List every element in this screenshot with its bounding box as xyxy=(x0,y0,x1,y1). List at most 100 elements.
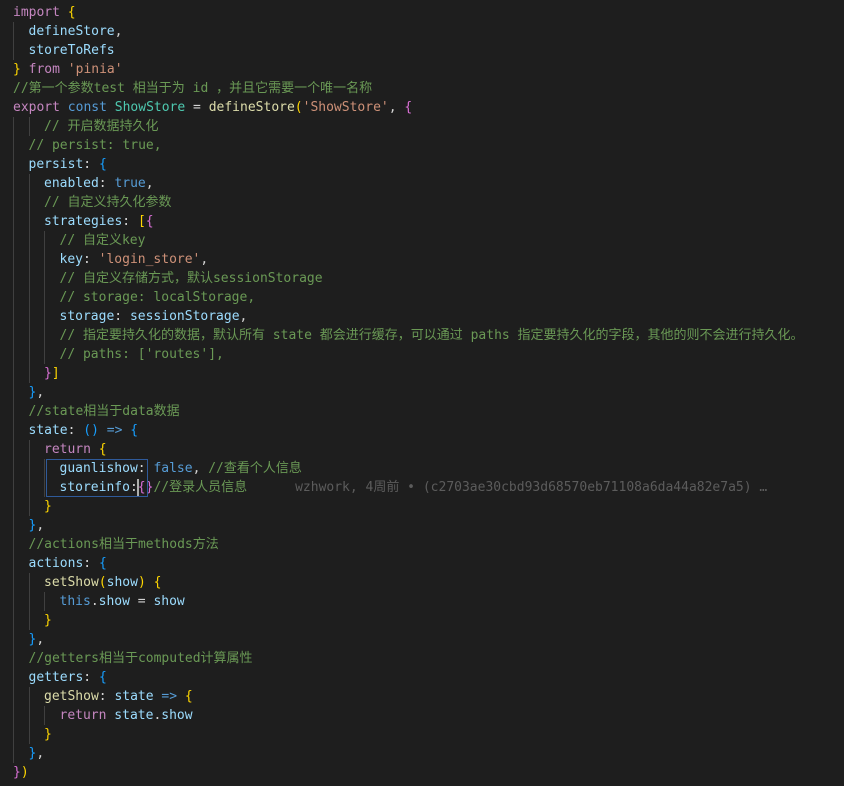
code-line[interactable]: persist: { xyxy=(0,155,844,174)
code-line[interactable]: return { xyxy=(0,440,844,459)
code-line[interactable]: } xyxy=(0,725,844,744)
code-line[interactable]: //state相当于data数据 xyxy=(0,402,844,421)
code-token: // persist: true, xyxy=(28,138,162,153)
code-token: state xyxy=(114,689,154,704)
code-line[interactable]: // 自定义存储方式，默认sessionStorage xyxy=(0,269,844,288)
indent-guide xyxy=(28,250,30,269)
code-line[interactable]: enabled: true, xyxy=(0,174,844,193)
code-token: , xyxy=(388,100,405,115)
code-text: // 指定要持久化的数据，默认所有 state 都会进行缓存，可以通过 path… xyxy=(60,326,804,345)
code-token: // storage: localStorage, xyxy=(59,290,256,305)
code-token: { xyxy=(67,5,76,20)
code-token: { xyxy=(98,442,107,457)
code-line[interactable]: setShow(show) { xyxy=(0,573,844,592)
code-line[interactable]: //actions相当于methods方法 xyxy=(0,535,844,554)
indent-guide xyxy=(44,345,45,364)
code-token: } xyxy=(44,366,52,381)
code-line[interactable]: //第一个参数test 相当于为 id ，并且它需要一个唯一名称 xyxy=(0,79,844,98)
indent-guide xyxy=(13,212,14,231)
code-line[interactable]: // 指定要持久化的数据，默认所有 state 都会进行缓存，可以通过 path… xyxy=(0,326,844,345)
code-line[interactable]: } xyxy=(0,497,844,516)
code-line[interactable]: state: () => { xyxy=(0,421,844,440)
code-editor[interactable]: import {defineStore, storeToRefs} from 'p… xyxy=(0,0,844,786)
code-token: // 自定义存储方式，默认sessionStorage xyxy=(59,271,323,286)
indent-guide xyxy=(13,611,14,630)
code-token: this xyxy=(59,594,91,609)
code-token: 'pinia' xyxy=(67,62,123,77)
code-token: enabled xyxy=(44,176,99,191)
code-line[interactable]: }, xyxy=(0,744,844,763)
code-token: { xyxy=(98,670,107,685)
code-line[interactable]: }, xyxy=(0,630,844,649)
code-line[interactable]: return state.show xyxy=(0,706,844,725)
indent-guide xyxy=(13,326,14,345)
code-line[interactable]: }) xyxy=(0,763,844,782)
code-line[interactable]: storage: sessionStorage, xyxy=(0,307,844,326)
indent-guide xyxy=(28,497,30,516)
code-text: // 开启数据持久化 xyxy=(44,117,158,136)
code-line[interactable]: // storage: localStorage, xyxy=(0,288,844,307)
code-line[interactable]: defineStore, xyxy=(0,22,844,41)
code-line[interactable]: // 自定义key xyxy=(0,231,844,250)
code-line[interactable]: getters: { xyxy=(0,668,844,687)
code-token: return xyxy=(59,708,107,723)
code-line[interactable]: } from 'pinia' xyxy=(0,60,844,79)
code-token: , xyxy=(36,385,45,400)
code-token: const xyxy=(67,100,107,115)
code-token: 'ShowStore' xyxy=(302,100,389,115)
code-token: = xyxy=(185,100,209,115)
git-blame-annotation[interactable]: wzhwork, 4周前 • (c2703ae30cbd93d68570eb71… xyxy=(295,480,767,495)
code-line[interactable]: actions: { xyxy=(0,554,844,573)
code-token: => xyxy=(106,423,123,438)
code-line[interactable]: // persist: true, xyxy=(0,136,844,155)
code-token: { xyxy=(98,157,107,172)
code-line[interactable]: key: 'login_store', xyxy=(0,250,844,269)
indent-guide xyxy=(28,174,30,193)
code-text: }] xyxy=(44,364,60,383)
code-token: true xyxy=(114,176,146,191)
code-line[interactable]: // 自定义持久化参数 xyxy=(0,193,844,212)
code-line[interactable]: }, xyxy=(0,516,844,535)
code-token: show xyxy=(161,708,193,723)
indent-guide xyxy=(13,440,14,459)
code-line[interactable]: strategies: [{ xyxy=(0,212,844,231)
code-token: } xyxy=(13,62,21,77)
indent-guide xyxy=(28,440,30,459)
code-text: }, xyxy=(29,744,45,763)
code-line[interactable]: this.show = show xyxy=(0,592,844,611)
code-token: , xyxy=(36,746,45,761)
code-text: defineStore, xyxy=(29,22,123,41)
code-text: } xyxy=(44,725,52,744)
code-line[interactable]: export const ShowStore = defineStore('Sh… xyxy=(0,98,844,117)
code-text: } from 'pinia' xyxy=(13,60,123,79)
bracket-match-highlight xyxy=(46,459,148,497)
indent-guide xyxy=(13,41,14,60)
code-line[interactable]: storeToRefs xyxy=(0,41,844,60)
indent-guide xyxy=(28,326,30,345)
indent-guide xyxy=(28,573,30,592)
code-line[interactable]: // 开启数据持久化 xyxy=(0,117,844,136)
indent-guide xyxy=(28,193,30,212)
code-token: { xyxy=(130,423,139,438)
code-line[interactable]: } xyxy=(0,611,844,630)
code-token: , xyxy=(239,309,248,324)
code-token: 'login_store' xyxy=(98,252,201,267)
code-token: // 开启数据持久化 xyxy=(44,119,159,134)
code-token: . xyxy=(90,594,99,609)
code-line[interactable]: getShow: state => { xyxy=(0,687,844,706)
code-line[interactable]: import { xyxy=(0,3,844,22)
code-line[interactable]: }, xyxy=(0,383,844,402)
indent-guide xyxy=(13,136,14,155)
code-text: }, xyxy=(29,516,45,535)
code-line[interactable]: //getters相当于computed计算属性 xyxy=(0,649,844,668)
code-token: // 自定义持久化参数 xyxy=(44,195,172,210)
indent-guide xyxy=(28,307,30,326)
indent-guide xyxy=(13,687,14,706)
code-line[interactable]: }] xyxy=(0,364,844,383)
indent-guide xyxy=(13,535,14,554)
code-line[interactable]: // paths: ['routes'], xyxy=(0,345,844,364)
code-token: show xyxy=(153,594,185,609)
code-token: show xyxy=(106,575,138,590)
